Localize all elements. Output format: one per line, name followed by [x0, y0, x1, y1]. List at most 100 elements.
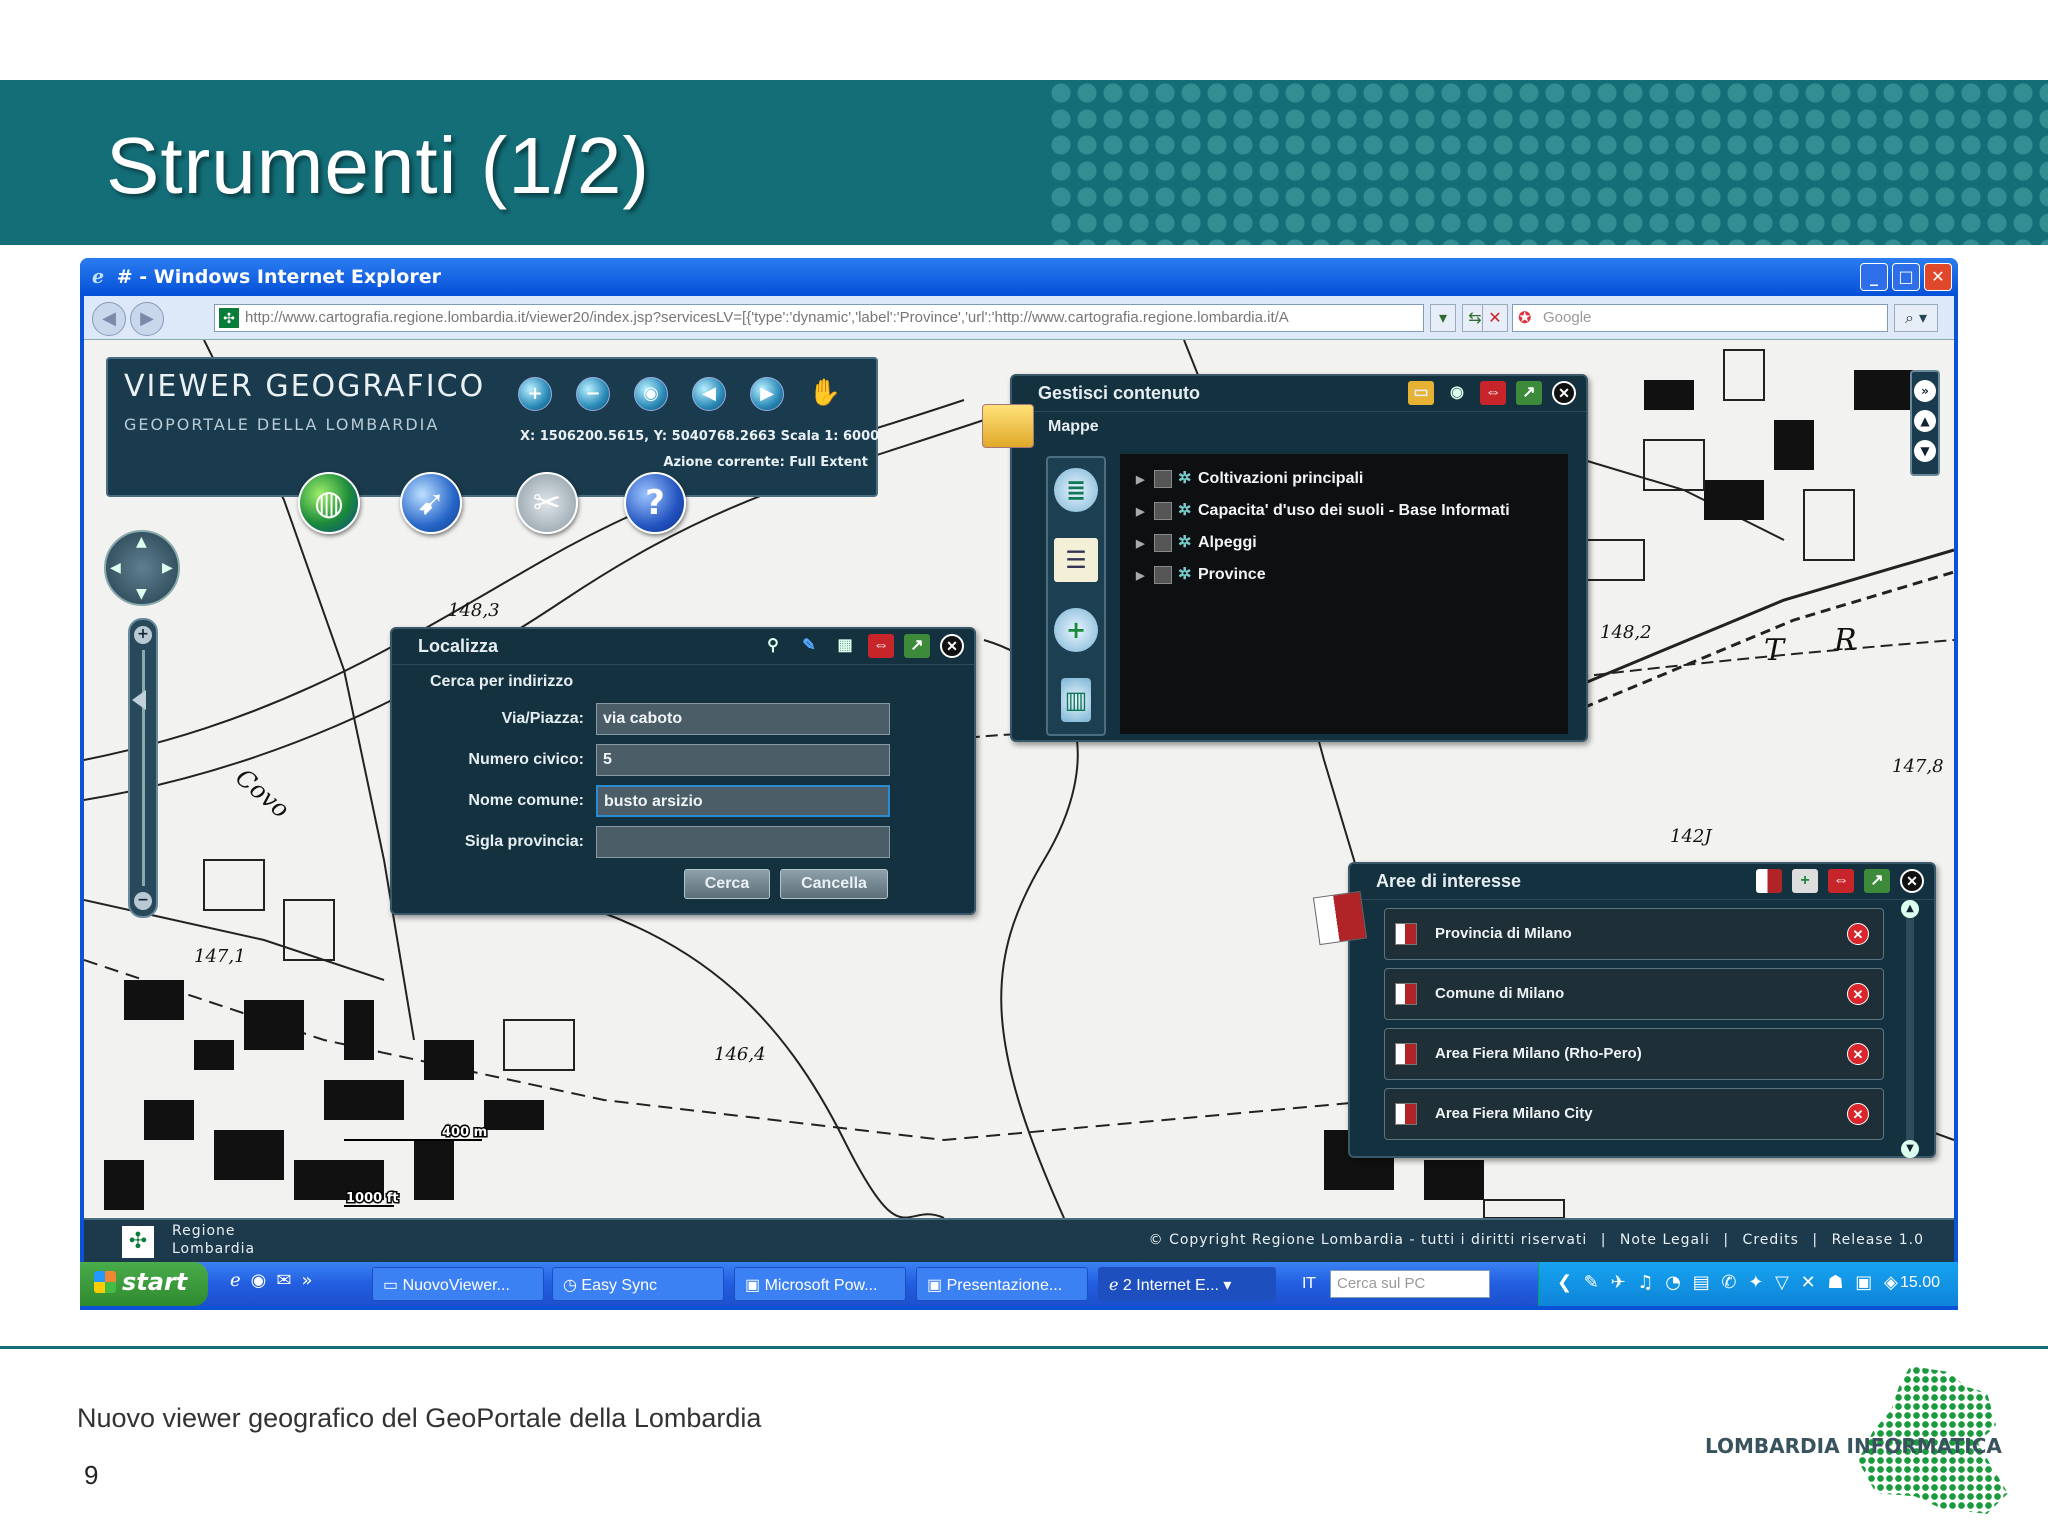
back-button[interactable]: ◀: [92, 302, 126, 336]
zoom-minus-icon[interactable]: −: [134, 892, 152, 910]
expand-panel-icon[interactable]: ↗: [1864, 869, 1890, 893]
binoculars-icon[interactable]: ⚲: [760, 634, 786, 658]
mail-icon[interactable]: ✉: [276, 1270, 291, 1291]
credits-link[interactable]: Credits: [1743, 1232, 1799, 1248]
delete-area-icon[interactable]: ✕: [1847, 1103, 1869, 1125]
layer-item[interactable]: ▶ ✲ Capacita' d'uso dei suoli - Base Infor…: [1120, 494, 1568, 526]
taskbar-item[interactable]: ℯ 2 Internet E... ▾: [1098, 1267, 1276, 1301]
pin-icon[interactable]: ✎: [796, 634, 822, 658]
zoom-out-icon[interactable]: −: [576, 377, 610, 411]
url-field[interactable]: ✣ http://www.cartografia.regione.lombard…: [214, 304, 1424, 332]
more-icon[interactable]: »: [301, 1270, 312, 1291]
expand-arrow-icon[interactable]: ▶: [1136, 473, 1154, 486]
zoom-thumb[interactable]: [132, 690, 146, 710]
taskbar-item[interactable]: ▣ Presentazione...: [916, 1267, 1088, 1301]
map-area[interactable]: 148,3 146,4 147,1 148,2 147,8 142J Covo …: [84, 340, 1954, 1218]
pan-left-icon[interactable]: ◀: [110, 560, 121, 576]
start-button[interactable]: start: [80, 1262, 208, 1306]
close-panel-icon[interactable]: ✕: [1552, 381, 1576, 405]
pan-up-icon[interactable]: ▲: [136, 534, 147, 550]
taskbar-item[interactable]: ◷ Easy Sync: [552, 1267, 724, 1301]
trash-icon[interactable]: ▥: [1061, 678, 1091, 722]
pan-navigation-pad[interactable]: ▲ ▼ ◀ ▶: [104, 530, 180, 606]
area-item[interactable]: Provincia di Milano ✕: [1384, 908, 1884, 960]
clock[interactable]: 15.00: [1900, 1274, 1940, 1292]
expand-panel-icon[interactable]: ↗: [904, 634, 930, 658]
minimize-panel-icon[interactable]: ⇔: [868, 634, 894, 658]
expand-icon[interactable]: »: [1914, 380, 1936, 402]
search-field[interactable]: ✪ Google: [1512, 304, 1888, 332]
release-link[interactable]: Release 1.0: [1832, 1232, 1924, 1248]
expand-arrow-icon[interactable]: ▶: [1136, 505, 1154, 518]
layer-item[interactable]: ▶ ✲ Coltivazioni principali: [1120, 462, 1568, 494]
zoom-in-icon[interactable]: +: [518, 377, 552, 411]
full-extent-icon[interactable]: ◉: [634, 377, 668, 411]
taskbar-item[interactable]: ▣ Microsoft Pow...: [734, 1267, 906, 1301]
pan-down-icon[interactable]: ▼: [136, 586, 147, 602]
cerca-button[interactable]: Cerca: [684, 869, 770, 899]
minimize-button[interactable]: _: [1860, 263, 1888, 291]
taskbar-item[interactable]: ▭ NuovoViewer...: [372, 1267, 544, 1301]
scroll-down-icon[interactable]: ▼: [1901, 1140, 1919, 1158]
layer-item[interactable]: ▶ ✲ Province: [1120, 558, 1568, 590]
area-item[interactable]: Comune di Milano ✕: [1384, 968, 1884, 1020]
delete-area-icon[interactable]: ✕: [1847, 1043, 1869, 1065]
layer-checkbox[interactable]: [1154, 533, 1172, 552]
add-bookmark-icon[interactable]: +: [1792, 869, 1818, 893]
previous-extent-icon[interactable]: ◀: [692, 377, 726, 411]
layer-checkbox[interactable]: [1154, 469, 1172, 488]
ie-quicklaunch-icon[interactable]: ℯ: [230, 1270, 241, 1291]
stop-icon[interactable]: ✕: [1482, 304, 1508, 332]
expand-arrow-icon[interactable]: ▶: [1136, 537, 1154, 550]
expand-panel-icon[interactable]: ↗: [1516, 381, 1542, 405]
layer-checkbox[interactable]: [1154, 501, 1172, 520]
pan-right-icon[interactable]: ▶: [162, 560, 173, 576]
bookmark-icon[interactable]: [1756, 869, 1782, 893]
area-item[interactable]: Area Fiera Milano (Rho-Pero) ✕: [1384, 1028, 1884, 1080]
url-dropdown-icon[interactable]: ▾: [1430, 304, 1456, 332]
layer-checkbox[interactable]: [1154, 565, 1172, 584]
close-panel-icon[interactable]: ✕: [940, 634, 964, 658]
via-input[interactable]: via caboto: [596, 703, 890, 735]
language-indicator[interactable]: IT: [1302, 1274, 1316, 1292]
firefox-icon[interactable]: ◉: [251, 1270, 267, 1291]
scroll-up-icon[interactable]: ▲: [1901, 900, 1919, 918]
desktop-search-field[interactable]: Cerca sul PC: [1330, 1270, 1490, 1298]
document-icon[interactable]: ≣: [1054, 468, 1098, 512]
compass-icon[interactable]: ➹: [400, 472, 462, 534]
aree-scrollbar[interactable]: ▲ ▼: [1901, 900, 1919, 1158]
comune-input[interactable]: busto arsizio: [596, 785, 890, 817]
globe-icon[interactable]: ◍: [298, 472, 360, 534]
note-legali-link[interactable]: Note Legali: [1620, 1232, 1710, 1248]
tools-icon[interactable]: ✂: [516, 472, 578, 534]
minimize-panel-icon[interactable]: ⇔: [1480, 381, 1506, 405]
minimize-panel-icon[interactable]: ⇔: [1828, 869, 1854, 893]
add-icon[interactable]: +: [1054, 608, 1098, 652]
folder-icon[interactable]: ▭: [1408, 381, 1434, 405]
close-panel-icon[interactable]: ✕: [1900, 869, 1924, 893]
layer-item[interactable]: ▶ ✲ Alpeggi: [1120, 526, 1568, 558]
close-window-button[interactable]: ✕: [1924, 263, 1952, 291]
forward-button[interactable]: ▶: [130, 302, 164, 336]
provincia-input[interactable]: [596, 826, 890, 858]
zoom-slider[interactable]: + −: [128, 618, 158, 918]
help-icon[interactable]: ?: [624, 472, 686, 534]
scroll-up-icon[interactable]: ▲: [1914, 410, 1936, 432]
tray-icons[interactable]: ❮ ✎ ✈ ♫ ◔ ▤ ✆ ✦ ▽ ✕ ☗ ▣ ◈: [1557, 1272, 1901, 1293]
pan-hand-icon[interactable]: ✋: [808, 377, 842, 411]
area-item[interactable]: Area Fiera Milano City ✕: [1384, 1088, 1884, 1140]
eye-icon[interactable]: ◉: [1444, 381, 1470, 405]
list-icon[interactable]: ☰: [1054, 538, 1098, 582]
civico-input[interactable]: 5: [596, 744, 890, 776]
grid-icon[interactable]: ▦: [832, 634, 858, 658]
cancella-button[interactable]: Cancella: [780, 869, 888, 899]
next-extent-icon[interactable]: ▶: [750, 377, 784, 411]
scroll-down-icon[interactable]: ▼: [1914, 440, 1936, 462]
search-go-icon[interactable]: ⌕ ▾: [1894, 304, 1938, 332]
delete-area-icon[interactable]: ✕: [1847, 983, 1869, 1005]
maximize-button[interactable]: □: [1892, 263, 1920, 291]
delete-area-icon[interactable]: ✕: [1847, 923, 1869, 945]
zoom-plus-icon[interactable]: +: [134, 626, 152, 644]
expand-arrow-icon[interactable]: ▶: [1136, 569, 1154, 582]
mappe-tab[interactable]: Mappe: [1048, 418, 1099, 436]
